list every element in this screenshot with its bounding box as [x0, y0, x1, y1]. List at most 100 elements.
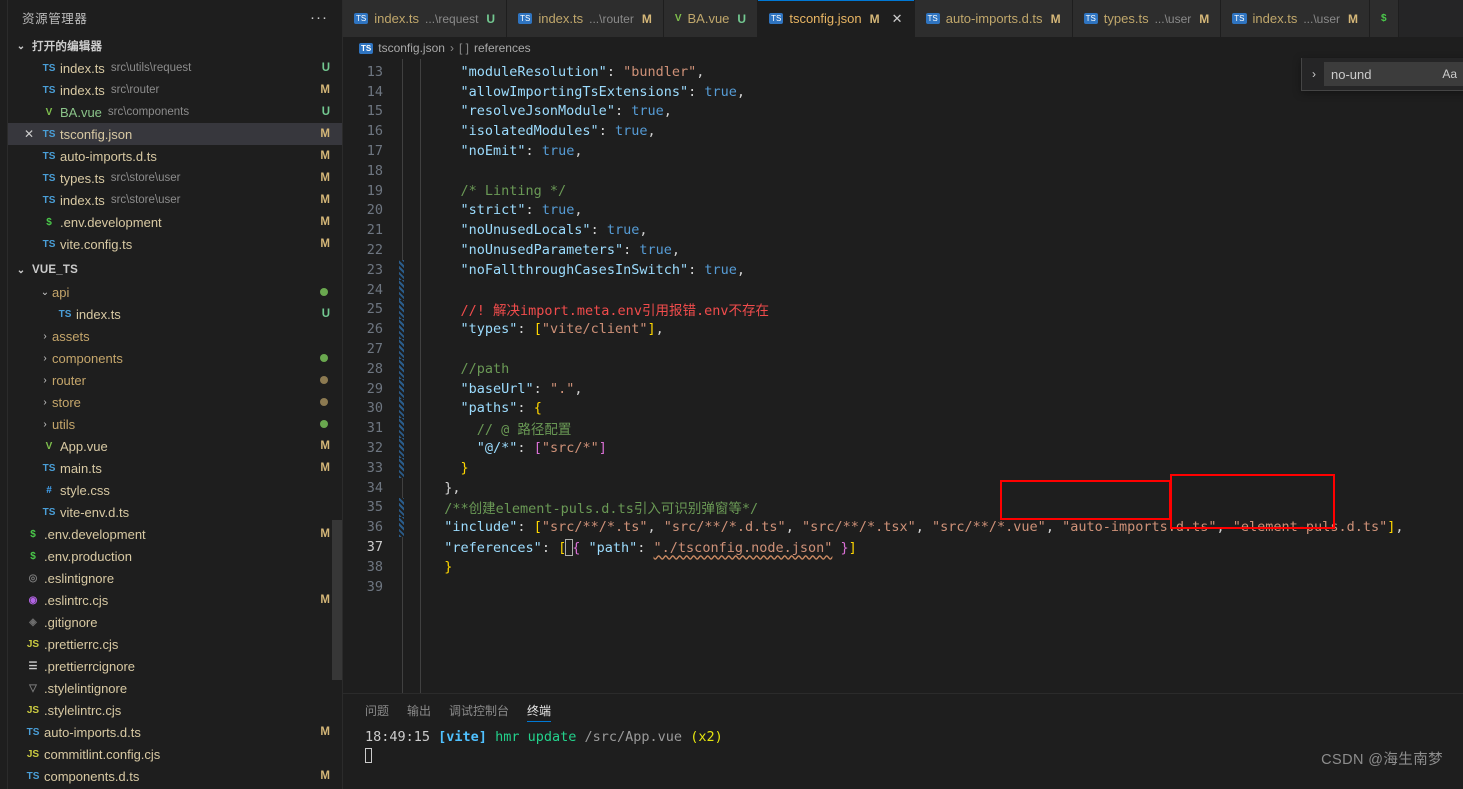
- open-editor-item[interactable]: V BA.vue src\components U: [8, 101, 342, 123]
- panel-tab[interactable]: 输出: [407, 694, 431, 726]
- folder-name: components: [52, 350, 123, 366]
- code-line[interactable]: 28 //path: [343, 358, 1463, 379]
- find-input[interactable]: no-und Aa: [1324, 62, 1463, 86]
- editor-tab[interactable]: TS types.ts ...\user M: [1072, 0, 1222, 37]
- code-line[interactable]: 24: [343, 279, 1463, 300]
- panel-tab[interactable]: 调试控制台: [449, 694, 509, 726]
- status-badge: M: [320, 150, 330, 162]
- code-line[interactable]: 29 "baseUrl": ".",: [343, 378, 1463, 399]
- tree-file-item[interactable]: ▽ .stylelintignore: [8, 677, 342, 699]
- terminal-timestamp: 18:49:15: [365, 729, 431, 745]
- tree-file-item[interactable]: # style.css: [8, 479, 342, 501]
- tree-folder-item[interactable]: › router: [8, 369, 342, 391]
- code-line[interactable]: 15 "resolveJsonModule": true,: [343, 102, 1463, 122]
- open-editor-item[interactable]: TS vite.config.ts M: [8, 233, 342, 255]
- chevron-down-icon[interactable]: ⌄: [38, 287, 52, 298]
- editor-tab[interactable]: TS tsconfig.json M ✕: [758, 0, 915, 37]
- open-editor-item[interactable]: TS auto-imports.d.ts M: [8, 145, 342, 167]
- tree-file-item[interactable]: ◎ .eslintignore: [8, 567, 342, 589]
- editor-tab[interactable]: $: [1370, 0, 1399, 37]
- code-line[interactable]: 31 // @ 路径配置: [343, 418, 1463, 438]
- code-line[interactable]: 23 "noFallthroughCasesInSwitch": true,: [343, 259, 1463, 280]
- editor-tab[interactable]: TS index.ts ...\user M: [1221, 0, 1371, 37]
- status-badge: U: [321, 62, 330, 74]
- code-line[interactable]: 33 }: [343, 457, 1463, 478]
- code-text: "baseUrl": ".",: [460, 380, 583, 397]
- code-editor[interactable]: 13 "moduleResolution": "bundler", 14 "all…: [343, 59, 1463, 693]
- tab-sublabel: ...\request: [425, 11, 479, 26]
- chevron-right-icon[interactable]: ›: [1304, 67, 1324, 81]
- open-editor-item[interactable]: TS index.ts src\utils\request U: [8, 57, 342, 79]
- open-editor-item[interactable]: TS index.ts src\store\user M: [8, 189, 342, 211]
- code-line[interactable]: 14 "allowImportingTsExtensions": true,: [343, 82, 1463, 102]
- code-line[interactable]: 18: [343, 161, 1463, 181]
- breadcrumb-node[interactable]: references: [474, 41, 531, 55]
- find-widget[interactable]: › no-und Aa: [1301, 58, 1463, 91]
- code-line[interactable]: 37 "references": [{ "path": "./tsconfig.…: [343, 537, 1463, 557]
- code-line[interactable]: 32 "@/*": ["src/*"]: [343, 438, 1463, 458]
- editor-tab[interactable]: TS index.ts ...\request U: [343, 0, 508, 37]
- code-line[interactable]: 39: [343, 577, 1463, 597]
- tree-file-item[interactable]: JS .stylelintrc.cjs: [8, 699, 342, 721]
- open-editor-item[interactable]: ✕ TS tsconfig.json M: [8, 123, 342, 145]
- tree-file-item[interactable]: ☰ .prettierrcignore: [8, 655, 342, 677]
- chevron-right-icon[interactable]: ›: [38, 419, 52, 430]
- open-editor-item[interactable]: $ .env.development M: [8, 211, 342, 233]
- code-line[interactable]: 36 "include": ["src/**/*.ts", "src/**/*.…: [343, 517, 1463, 538]
- chevron-right-icon[interactable]: ›: [38, 353, 52, 364]
- tree-file-item[interactable]: TS index.ts U: [8, 303, 342, 325]
- code-text: "references": [{ "path": "./tsconfig.nod…: [444, 538, 857, 556]
- chevron-right-icon[interactable]: ›: [38, 331, 52, 342]
- code-line[interactable]: 26 "types": ["vite/client"],: [343, 319, 1463, 340]
- editor-tab[interactable]: TS index.ts ...\router M: [507, 0, 664, 37]
- tree-folder-item[interactable]: ⌄ api: [8, 281, 342, 303]
- panel-tab[interactable]: 终端: [527, 694, 552, 726]
- tree-file-item[interactable]: TS vite-env.d.ts: [8, 501, 342, 523]
- tree-folder-item[interactable]: › store: [8, 391, 342, 413]
- code-line[interactable]: 17 "noEmit": true,: [343, 141, 1463, 161]
- sidebar-scrollbar[interactable]: [332, 520, 342, 680]
- code-line[interactable]: 35 /**创建element-puls.d.ts引入可识别弹窗等*/: [343, 497, 1463, 517]
- panel-tab[interactable]: 问题: [365, 694, 389, 726]
- code-line[interactable]: 16 "isolatedModules": true,: [343, 121, 1463, 141]
- tree-file-item[interactable]: JS .prettierrc.cjs: [8, 633, 342, 655]
- code-line[interactable]: 21 "noUnusedLocals": true,: [343, 220, 1463, 240]
- close-editor-icon[interactable]: ✕: [20, 127, 38, 141]
- close-icon[interactable]: ✕: [892, 11, 903, 27]
- chevron-right-icon[interactable]: ›: [38, 375, 52, 386]
- tree-folder-item[interactable]: › utils: [8, 413, 342, 435]
- open-editor-item[interactable]: TS index.ts src\router M: [8, 79, 342, 101]
- tree-file-item[interactable]: TS main.ts M: [8, 457, 342, 479]
- code-line[interactable]: 27: [343, 339, 1463, 359]
- editor-tab[interactable]: V BA.vue U: [663, 0, 759, 37]
- chevron-right-icon[interactable]: ›: [38, 397, 52, 408]
- code-line[interactable]: 22 "noUnusedParameters": true,: [343, 240, 1463, 260]
- tree-file-item[interactable]: ◈ .gitignore: [8, 611, 342, 633]
- project-section-header[interactable]: ⌄ VUE_TS: [8, 259, 342, 281]
- tree-file-item[interactable]: ◉ .eslintrc.cjs M: [8, 589, 342, 611]
- tree-file-item[interactable]: TS components.d.ts M: [8, 765, 342, 787]
- code-line[interactable]: 30 "paths": {: [343, 398, 1463, 419]
- tree-file-item[interactable]: V App.vue M: [8, 435, 342, 457]
- tree-file-item[interactable]: $ .env.development M: [8, 523, 342, 545]
- line-number: 34: [366, 479, 383, 496]
- code-line[interactable]: 19 /* Linting */: [343, 181, 1463, 201]
- open-editor-item[interactable]: TS types.ts src\store\user M: [8, 167, 342, 189]
- code-line[interactable]: 13 "moduleResolution": "bundler",: [343, 62, 1463, 82]
- editor-tab[interactable]: TS auto-imports.d.ts M: [914, 0, 1073, 37]
- code-line[interactable]: 34 },: [343, 478, 1463, 498]
- breadcrumb-file[interactable]: tsconfig.json: [378, 41, 445, 55]
- code-line[interactable]: 38 }: [343, 557, 1463, 577]
- tree-folder-item[interactable]: › components: [8, 347, 342, 369]
- open-editors-section-header[interactable]: ⌄ 打开的编辑器: [8, 35, 342, 57]
- match-case-icon[interactable]: Aa: [1442, 67, 1457, 81]
- more-actions-icon[interactable]: ···: [304, 10, 334, 25]
- tree-file-item[interactable]: TS auto-imports.d.ts M: [8, 721, 342, 743]
- tree-folder-item[interactable]: › assets: [8, 325, 342, 347]
- tree-file-item[interactable]: $ .env.production: [8, 545, 342, 567]
- code-line[interactable]: 25 //! 解决import.meta.env引用报错.env不存在: [343, 299, 1463, 319]
- tree-file-item[interactable]: JS commitlint.config.cjs: [8, 743, 342, 765]
- terminal-count: (x2): [690, 729, 723, 745]
- terminal-output[interactable]: 18:49:15 [vite] hmr update /src/App.vue …: [343, 726, 1463, 789]
- code-line[interactable]: 20 "strict": true,: [343, 201, 1463, 221]
